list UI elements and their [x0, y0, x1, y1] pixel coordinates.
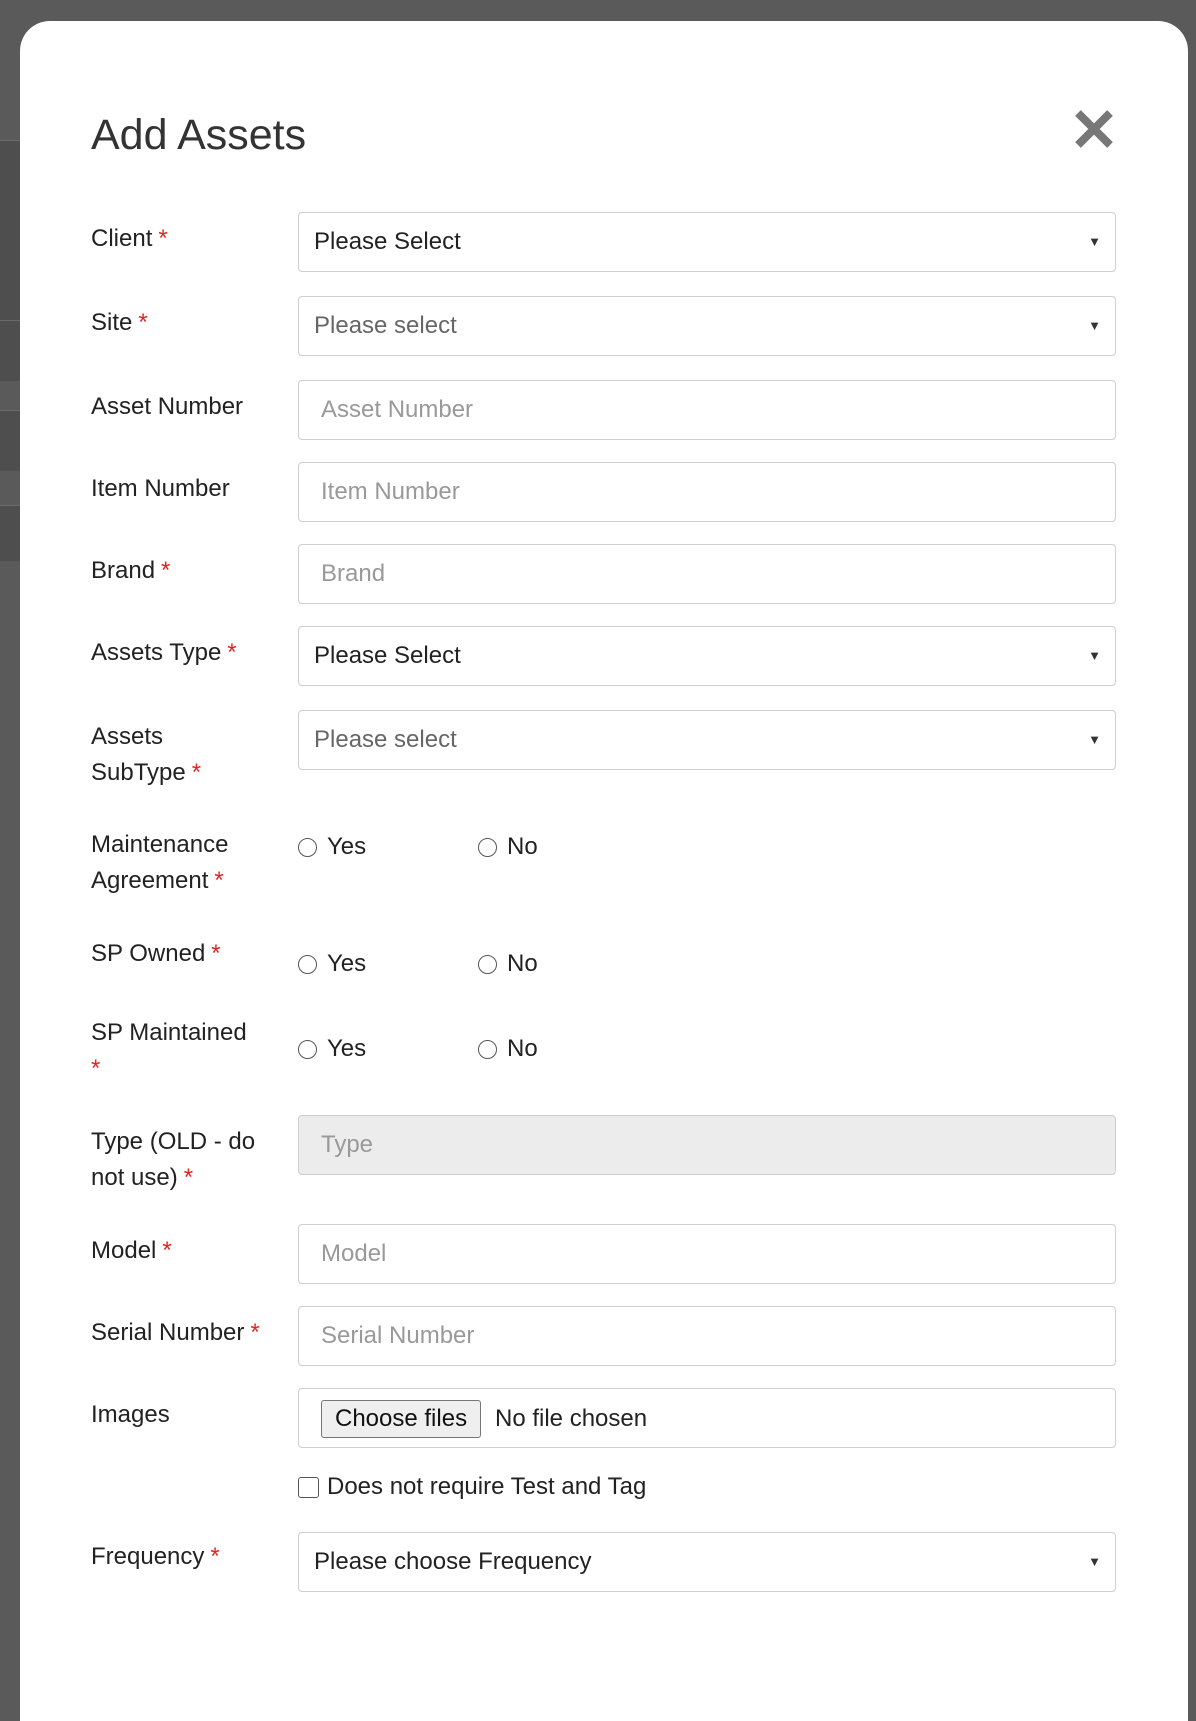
- assets-subtype-label: Assets SubType *: [91, 723, 202, 786]
- test-and-tag-checkbox[interactable]: Does not require Test and Tag: [298, 1473, 646, 1501]
- sp-owned-no-radio[interactable]: No: [478, 950, 538, 978]
- assets-type-select-value: Please Select: [314, 642, 461, 669]
- asset-number-label: Asset Number: [91, 393, 244, 420]
- model-field-box: [298, 1224, 1116, 1284]
- sp-owned-yes-radio[interactable]: Yes: [298, 950, 366, 978]
- backdrop-strip: [0, 140, 20, 321]
- checkbox-box: [298, 1476, 319, 1498]
- dropdown-arrow-icon: ▼: [1088, 234, 1101, 249]
- frequency-select-value: Please choose Frequency: [314, 1548, 592, 1575]
- dropdown-arrow-icon: ▼: [1088, 1554, 1101, 1569]
- asset-number-input[interactable]: [299, 381, 1115, 439]
- radio-circle: [298, 1039, 317, 1059]
- assets-subtype-select[interactable]: Please select ▼: [298, 710, 1116, 770]
- serial-number-label: Serial Number *: [91, 1319, 260, 1346]
- choose-files-button[interactable]: Choose files: [321, 1400, 482, 1438]
- add-assets-modal: Add Assets Client * Please Select ▼ Site *…: [20, 21, 1188, 1721]
- radio-circle: [478, 954, 497, 974]
- images-file-field: Choose files No file chosen: [298, 1388, 1116, 1448]
- close-icon: [1075, 110, 1113, 148]
- dropdown-arrow-icon: ▼: [1088, 648, 1101, 663]
- required-marker: *: [161, 557, 171, 584]
- file-status-text: No file chosen: [495, 1405, 648, 1432]
- serial-number-field-box: [298, 1306, 1116, 1366]
- dropdown-arrow-icon: ▼: [1088, 318, 1101, 333]
- sp-maintained-label: SP Maintained *: [91, 1019, 247, 1082]
- assets-subtype-select-value: Please select: [314, 726, 457, 753]
- radio-circle: [478, 837, 497, 857]
- frequency-select[interactable]: Please choose Frequency ▼: [298, 1532, 1116, 1592]
- site-select-value: Please select: [314, 312, 457, 339]
- backdrop-strip: [0, 320, 20, 381]
- site-label: Site *: [91, 309, 148, 336]
- required-marker: *: [191, 759, 202, 786]
- radio-circle: [298, 954, 317, 974]
- frequency-label: Frequency *: [91, 1543, 220, 1570]
- sp-owned-label: SP Owned *: [91, 940, 221, 967]
- required-marker: *: [214, 867, 224, 894]
- item-number-field-box: [298, 462, 1116, 522]
- modal-title: Add Assets: [91, 111, 307, 159]
- sp-maintained-yes-radio[interactable]: Yes: [298, 1035, 366, 1063]
- maintenance-agreement-label: Maintenance Agreement *: [91, 831, 229, 894]
- assets-type-select[interactable]: Please Select ▼: [298, 626, 1116, 686]
- item-number-label: Item Number: [91, 475, 230, 502]
- required-marker: *: [227, 639, 237, 666]
- serial-number-input[interactable]: [299, 1307, 1115, 1365]
- client-select[interactable]: Please Select ▼: [298, 212, 1116, 272]
- maintenance-agreement-no-radio[interactable]: No: [478, 833, 538, 861]
- backdrop-strip: [0, 505, 20, 561]
- model-label: Model *: [91, 1237, 172, 1264]
- brand-field-box: [298, 544, 1116, 604]
- client-label: Client *: [91, 225, 168, 252]
- model-input[interactable]: [299, 1225, 1115, 1283]
- item-number-input[interactable]: [299, 463, 1115, 521]
- asset-number-field-box: [298, 380, 1116, 440]
- required-marker: *: [250, 1319, 260, 1346]
- brand-label: Brand *: [91, 557, 171, 584]
- sp-maintained-no-radio[interactable]: No: [478, 1035, 538, 1063]
- site-select[interactable]: Please select ▼: [298, 296, 1116, 356]
- maintenance-agreement-yes-radio[interactable]: Yes: [298, 833, 366, 861]
- type-old-field-box: [298, 1115, 1116, 1175]
- close-button[interactable]: [1070, 105, 1118, 153]
- required-marker: *: [91, 1055, 101, 1082]
- required-marker: *: [211, 940, 221, 967]
- required-marker: *: [210, 1543, 220, 1570]
- images-label: Images: [91, 1401, 170, 1428]
- radio-circle: [478, 1039, 497, 1059]
- required-marker: *: [162, 1237, 172, 1264]
- brand-input[interactable]: [299, 545, 1115, 603]
- backdrop-strip: [0, 410, 20, 471]
- required-marker: *: [138, 309, 148, 336]
- client-select-value: Please Select: [314, 228, 461, 255]
- assets-type-label: Assets Type *: [91, 639, 237, 666]
- required-marker: *: [183, 1164, 194, 1191]
- test-and-tag-label: Does not require Test and Tag: [327, 1473, 647, 1500]
- type-old-input: [299, 1116, 1115, 1174]
- type-old-label: Type (OLD - do not use) *: [91, 1128, 256, 1191]
- dropdown-arrow-icon: ▼: [1088, 732, 1101, 747]
- radio-circle: [298, 837, 317, 857]
- required-marker: *: [158, 225, 168, 252]
